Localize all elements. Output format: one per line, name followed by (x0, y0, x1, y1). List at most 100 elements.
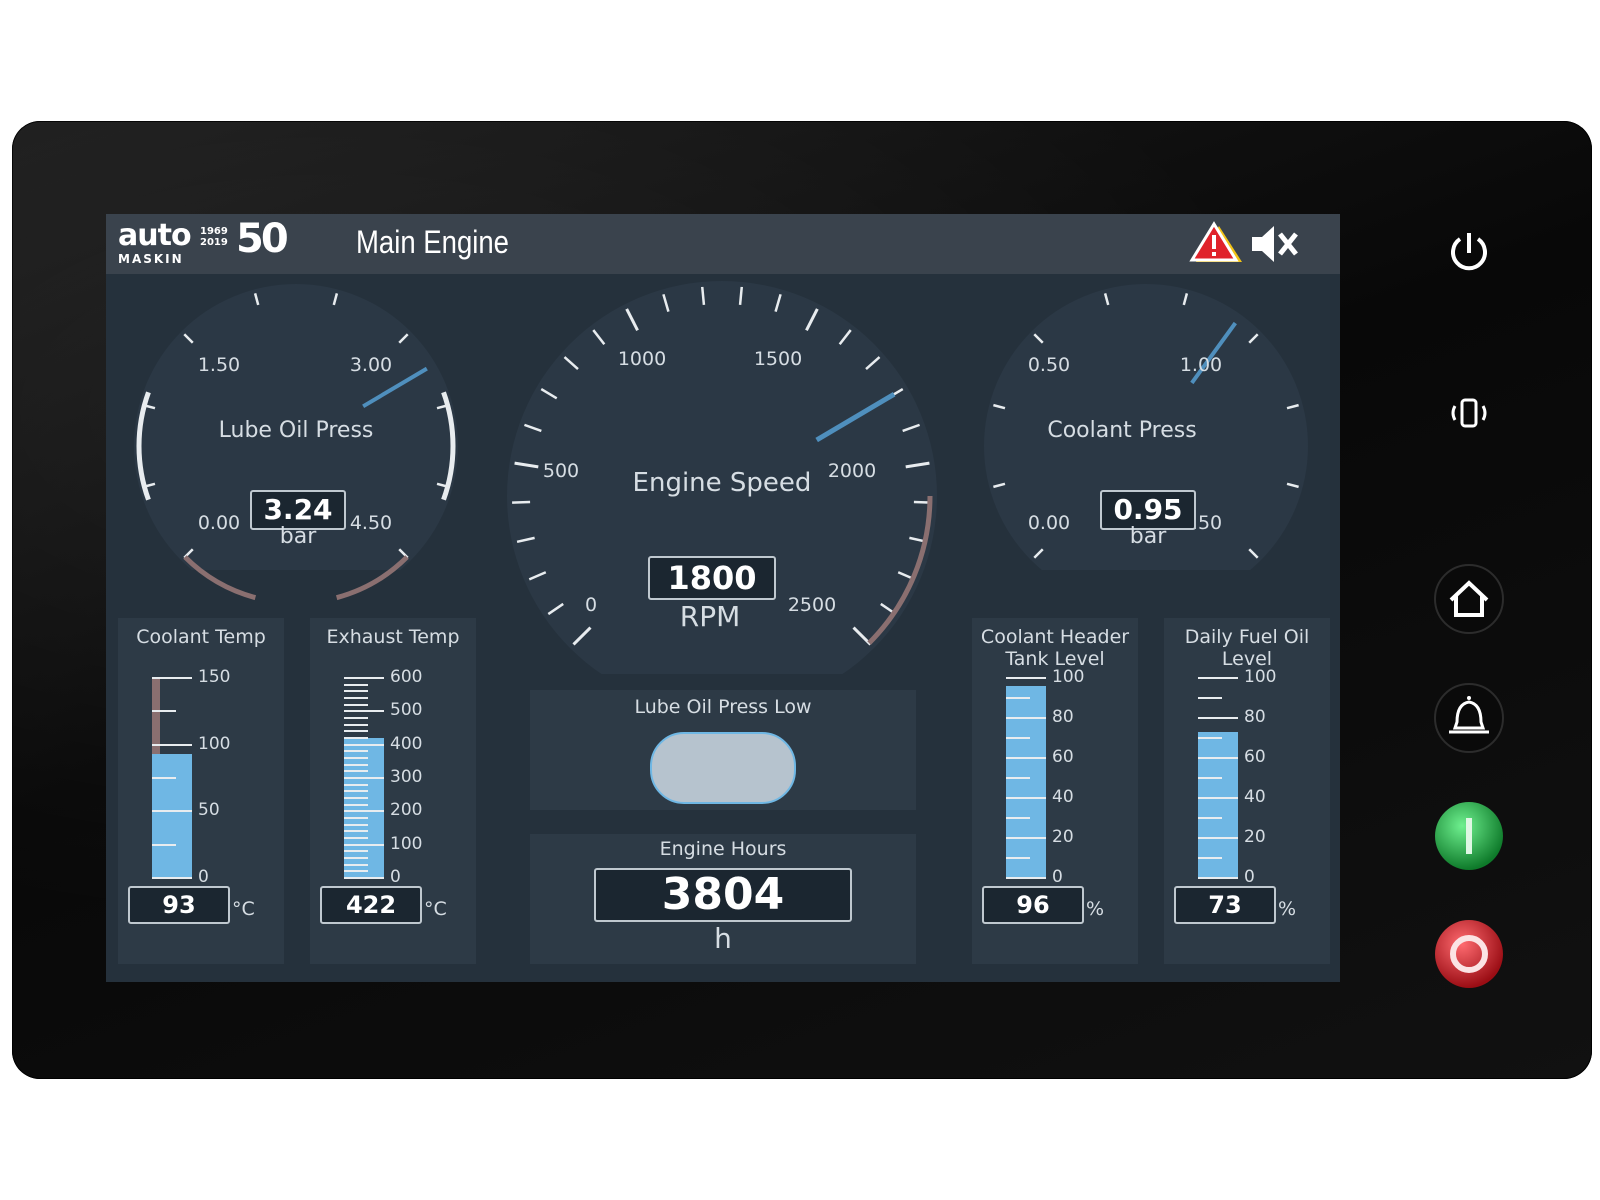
bar-tick (344, 790, 368, 793)
bar-tick-label: 0 (1052, 867, 1063, 887)
bar-tick (1198, 817, 1222, 819)
lube-oil-tick-1: 1.50 (197, 354, 241, 376)
engine-speed-value: 1800 (648, 556, 776, 600)
bar-tick (344, 817, 368, 819)
bar-tick (344, 797, 368, 799)
stop-icon[interactable] (1433, 918, 1505, 990)
exhaust-temp-unit: °C (424, 898, 447, 920)
engine-speed-tick-500: 500 (542, 460, 580, 482)
bar-tick-label: 500 (390, 700, 423, 721)
coolant-press-unit: bar (1129, 524, 1167, 549)
bar-tick (1198, 777, 1222, 779)
coolant-press-tick-1: 0.50 (1027, 354, 1071, 376)
bar-tick (344, 717, 368, 719)
bar-tick-label: 40 (1244, 787, 1266, 807)
bar-tick-label: 50 (198, 800, 220, 821)
bar-tick-label: 300 (390, 767, 423, 787)
exhaust-temp-panel: Exhaust Temp 600 500 400 300 200 100 0 422 °C (310, 618, 476, 964)
bar-tick-label: 100 (1244, 667, 1277, 687)
bar-tick (1006, 877, 1046, 879)
exhaust-temp-value: 422 (320, 886, 422, 924)
bar-tick-label: 400 (390, 733, 423, 754)
bar-tick (344, 837, 368, 839)
bar-tick (1198, 697, 1222, 699)
bar-tick (344, 850, 368, 853)
bar-tick (344, 863, 368, 866)
bar-tick (344, 843, 384, 846)
bar-tick-label: 0 (198, 867, 209, 887)
bar-tick (1006, 817, 1030, 819)
bar-tick (1006, 857, 1030, 859)
fuel-oil-bar: 100 80 60 40 20 0 (1198, 667, 1318, 887)
engine-hours-unit: h (714, 922, 732, 955)
bar-tick (1198, 677, 1238, 679)
bar-tick (1006, 757, 1046, 759)
bar-tick-label: 0 (1244, 867, 1255, 887)
bar-tick (152, 777, 176, 779)
bar-tick (344, 763, 368, 766)
engine-hours-label: Engine Hours (659, 838, 787, 860)
vibrate-icon[interactable] (1433, 378, 1505, 450)
bar-tick-label: 60 (1052, 747, 1074, 767)
bar-tick (344, 743, 384, 746)
bar-tick-label: 150 (198, 667, 231, 687)
bar-tick-label: 20 (1244, 827, 1266, 847)
alarm-bell-icon[interactable] (1433, 682, 1505, 754)
bar-tick (1006, 717, 1046, 719)
bar-tick (344, 730, 368, 733)
gauge-tick (700, 286, 706, 305)
fuel-oil-label-1: Daily Fuel Oil (1184, 626, 1310, 648)
coolant-press-gauge (976, 284, 1316, 610)
engine-speed-label: Engine Speed (632, 468, 812, 498)
bar-tick-label: 0 (390, 867, 401, 887)
coolant-temp-label: Coolant Temp (136, 626, 266, 648)
bar-tick-label: 60 (1244, 747, 1266, 767)
bar-tick-label: 100 (198, 733, 231, 754)
bar-tick (344, 803, 368, 806)
bar-fill (1006, 686, 1046, 878)
bar-warning-zone (152, 678, 160, 754)
bar-fill (152, 754, 192, 878)
bar-tick (344, 783, 368, 786)
lube-oil-low-indicator (650, 732, 796, 804)
lube-oil-low-label: Lube Oil Press Low (634, 696, 812, 718)
fuel-oil-unit: % (1278, 898, 1297, 920)
bar-tick (344, 723, 368, 726)
lube-oil-tick-3: 4.50 (349, 512, 393, 534)
bar-tick (344, 810, 384, 813)
bar-tick (1198, 877, 1238, 879)
coolant-header-label-1: Coolant Header (980, 626, 1130, 648)
coolant-temp-value: 93 (128, 886, 230, 924)
bar-tick (344, 870, 368, 873)
bar-tick-label: 20 (1052, 827, 1074, 847)
bar-tick (344, 683, 368, 686)
power-icon[interactable] (1433, 215, 1505, 287)
bar-tick-label: 100 (390, 833, 423, 854)
engine-hours-value: 3804 (594, 868, 852, 922)
lube-oil-tick-2: 3.00 (349, 354, 393, 376)
bar-tick (1006, 837, 1046, 839)
coolant-temp-panel: Coolant Temp 150 100 50 0 93 °C (118, 618, 284, 964)
gauge-tick (512, 500, 531, 504)
screen: auto MASKIN 1969 2019 50 Main Engine Lub… (106, 214, 1340, 982)
bar-tick (344, 737, 368, 739)
bar-tick (344, 777, 384, 779)
bar-tick (1006, 697, 1030, 699)
start-icon[interactable] (1433, 800, 1505, 872)
coolant-header-panel: Coolant Header Tank Level 100 80 60 40 20 0 9… (972, 618, 1138, 964)
home-icon[interactable] (1433, 563, 1505, 635)
bar-tick (344, 697, 368, 699)
bar-tick (1198, 737, 1222, 739)
lube-oil-low-panel: Lube Oil Press Low (530, 690, 916, 810)
bar-tick (344, 757, 368, 759)
bar-tick-label: 200 (390, 800, 423, 821)
lube-oil-label: Lube Oil Press (218, 418, 374, 443)
engine-hours-panel: Engine Hours 3804 h (530, 834, 916, 964)
coolant-header-unit: % (1086, 898, 1105, 920)
bar-tick-label: 100 (1052, 667, 1085, 687)
bar-tick (1006, 797, 1046, 799)
bar-tick (344, 823, 368, 826)
engine-speed-tick-1000: 1000 (617, 348, 667, 370)
exhaust-temp-label: Exhaust Temp (326, 626, 460, 648)
coolant-press-tick-0: 0.00 (1027, 512, 1071, 534)
